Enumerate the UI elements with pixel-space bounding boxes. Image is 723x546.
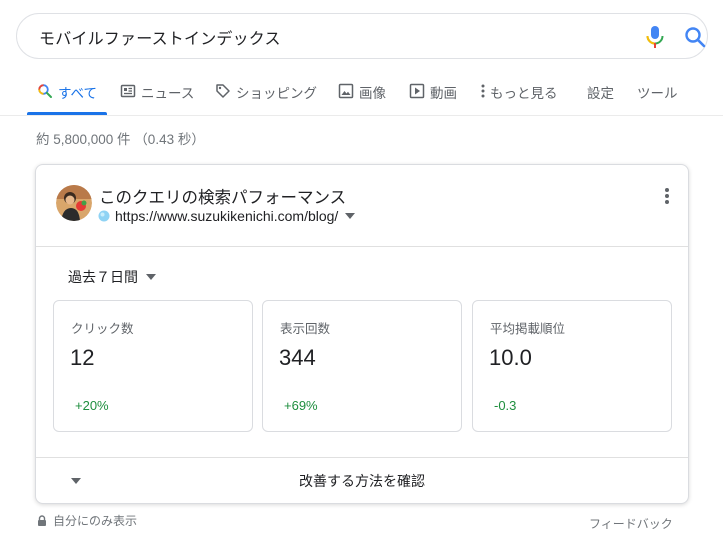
improve-expander[interactable]: 改善する方法を確認 xyxy=(36,458,688,504)
tab-label: すべて xyxy=(58,86,98,101)
period-selector[interactable]: 過去７日間 xyxy=(68,267,156,287)
site-selector[interactable]: https://www.suzukikenichi.com/blog/ xyxy=(98,208,356,224)
tab-label: ショッピング xyxy=(236,86,317,101)
metric-value: 10.0 xyxy=(489,345,532,370)
tag-icon xyxy=(216,84,230,98)
image-icon xyxy=(338,83,354,99)
metric-label: 表示回数 xyxy=(280,322,331,336)
improve-label: 改善する方法を確認 xyxy=(299,473,425,489)
more-vert-icon[interactable] xyxy=(664,187,670,205)
divider xyxy=(36,246,688,247)
tab-videos[interactable]: 動画 xyxy=(409,82,457,116)
chevron-down-icon xyxy=(345,213,356,219)
metric-delta: +69% xyxy=(284,398,318,413)
metric-label: クリック数 xyxy=(71,322,134,336)
favicon-icon xyxy=(98,210,110,222)
period-label: 過去７日間 xyxy=(68,269,138,285)
tab-settings[interactable]: 設定 xyxy=(587,82,614,116)
private-note: 自分にのみ表示 xyxy=(37,512,137,529)
feedback-link[interactable]: フィードバック xyxy=(589,515,673,532)
news-icon xyxy=(120,84,136,98)
site-url: https://www.suzukikenichi.com/blog/ xyxy=(115,208,339,224)
result-stats: 約 5,800,000 件 （0.43 秒） xyxy=(36,132,205,147)
card-title: このクエリの検索パフォーマンス xyxy=(99,189,347,207)
metric-value: 12 xyxy=(70,345,95,370)
tab-label: 設定 xyxy=(587,86,614,101)
search-icon[interactable] xyxy=(684,26,706,48)
metric-impressions: 表示回数 344 +69% xyxy=(262,300,462,432)
metric-delta: +20% xyxy=(75,398,109,413)
tab-all[interactable]: すべて xyxy=(37,82,97,116)
search-input[interactable]: モバイルファーストインデックス xyxy=(39,25,281,49)
lock-icon xyxy=(38,515,46,526)
private-label: 自分にのみ表示 xyxy=(53,514,138,528)
metric-delta: -0.3 xyxy=(494,398,517,413)
tab-label: ツール xyxy=(637,86,678,101)
tab-images[interactable]: 画像 xyxy=(338,82,386,116)
tab-label: 動画 xyxy=(430,86,457,101)
metric-clicks: クリック数 12 +20% xyxy=(53,300,253,432)
chevron-down-icon xyxy=(146,274,156,280)
tab-shopping[interactable]: ショッピング xyxy=(215,82,317,116)
tab-more[interactable]: もっと見る xyxy=(480,82,558,116)
metric-value: 344 xyxy=(279,345,316,370)
metric-label: 平均掲載順位 xyxy=(490,322,566,336)
active-tab-indicator xyxy=(27,112,107,115)
tab-news[interactable]: ニュース xyxy=(120,82,194,116)
play-icon xyxy=(409,83,425,99)
chevron-down-icon xyxy=(71,478,81,484)
search-tabs: すべて ニュース ショッピング 画像 動画 もっと見る 設定 ツール xyxy=(0,76,723,116)
tab-label: ニュース xyxy=(141,86,195,101)
more-vert-icon xyxy=(481,84,485,98)
search-icon xyxy=(38,84,52,98)
mic-icon[interactable] xyxy=(644,25,666,49)
search-performance-card: このクエリの検索パフォーマンス https://www.suzukikenich… xyxy=(35,164,689,504)
tab-label: もっと見る xyxy=(490,86,558,101)
tab-tools[interactable]: ツール xyxy=(637,82,678,116)
avatar xyxy=(56,185,92,221)
tab-label: 画像 xyxy=(359,86,386,101)
search-box[interactable]: モバイルファーストインデックス xyxy=(16,13,708,59)
metric-avg-position: 平均掲載順位 10.0 -0.3 xyxy=(472,300,672,432)
